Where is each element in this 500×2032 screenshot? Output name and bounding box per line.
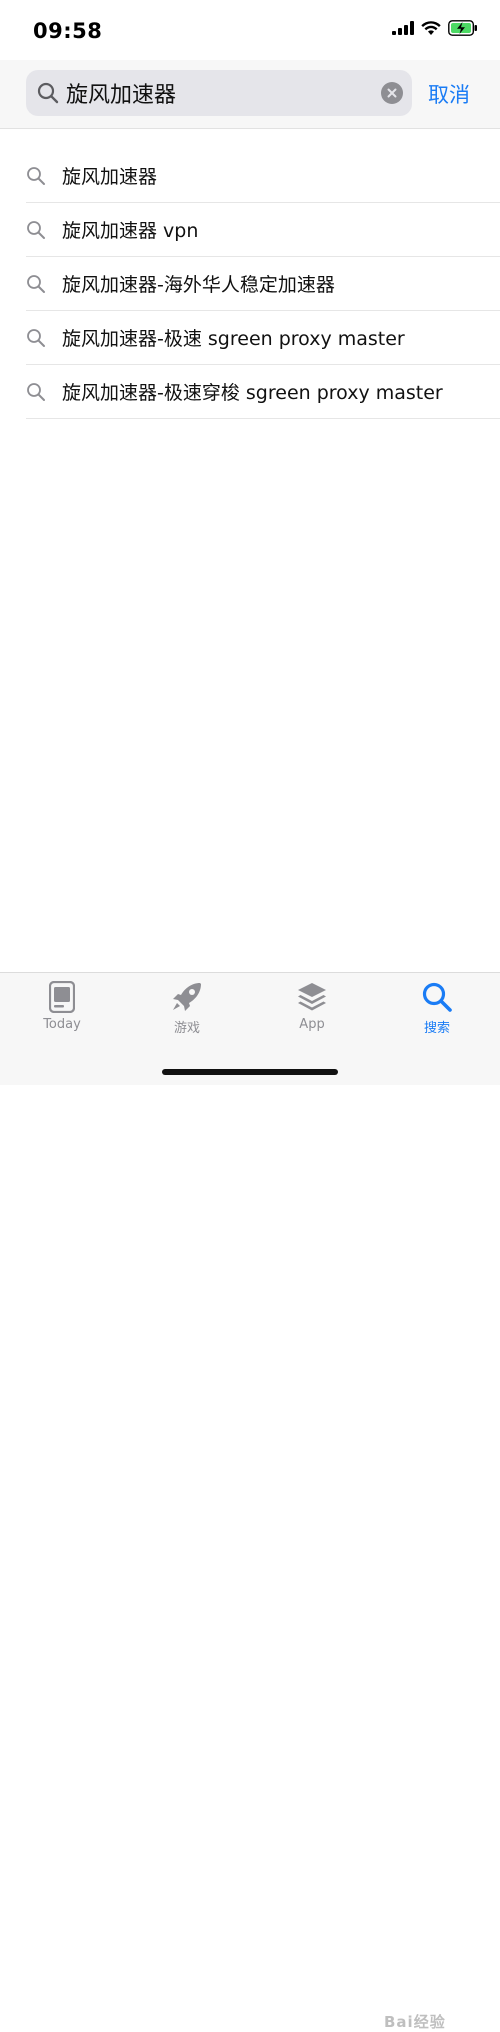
tab-label: 游戏 [173, 1021, 200, 1036]
search-box[interactable] [26, 70, 412, 116]
tab-games[interactable]: 游戏 [137, 981, 237, 1041]
search-icon [26, 273, 48, 295]
search-icon [36, 81, 60, 109]
search-icon [26, 327, 48, 349]
search-input[interactable] [66, 70, 366, 116]
suggestion-list: 旋风加速器 旋风加速器 vpn 旋风加速器-海外华人稳定加速器 旋风加速器-极速… [0, 149, 500, 419]
home-indicator [162, 1069, 338, 1075]
battery-charging-icon [448, 20, 477, 36]
tab-label: Today [43, 1017, 81, 1032]
search-header: 取消 [0, 60, 500, 129]
status-icons [392, 20, 478, 36]
suggestion-item[interactable]: 旋风加速器 vpn [26, 203, 500, 257]
tab-search[interactable]: 搜索 [387, 981, 487, 1041]
tab-today[interactable]: Today [12, 981, 112, 1041]
suggestion-text: 旋风加速器-海外华人稳定加速器 [62, 274, 335, 296]
tab-label: 搜索 [423, 1021, 450, 1036]
clear-x-icon [387, 88, 397, 98]
suggestion-item[interactable]: 旋风加速器-海外华人稳定加速器 [26, 257, 500, 311]
suggestion-item[interactable]: 旋风加速器-极速穿梭 sgreen proxy master [26, 365, 500, 419]
suggestion-text: 旋风加速器-极速穿梭 sgreen proxy master [62, 382, 443, 404]
wifi-icon [421, 20, 441, 35]
search-icon [26, 219, 48, 241]
app-stack-icon [298, 983, 326, 1011]
today-icon [49, 981, 75, 1013]
tab-apps[interactable]: App [262, 981, 362, 1041]
search-icon [422, 982, 452, 1012]
clear-search-button[interactable] [381, 82, 403, 104]
search-icon [26, 381, 48, 403]
watermark: Bai经验 [384, 2013, 446, 2031]
suggestion-text: 旋风加速器 [62, 166, 158, 188]
suggestion-item[interactable]: 旋风加速器 [26, 149, 500, 203]
status-time: 09:58 [33, 19, 103, 43]
cellular-signal-icon [392, 21, 414, 35]
suggestion-text: 旋风加速器-极速 sgreen proxy master [62, 328, 405, 350]
cancel-button[interactable]: 取消 [428, 79, 470, 109]
rocket-icon [173, 983, 201, 1011]
suggestion-text: 旋风加速器 vpn [62, 220, 199, 242]
tab-label: App [299, 1017, 325, 1032]
suggestion-item[interactable]: 旋风加速器-极速 sgreen proxy master [26, 311, 500, 365]
search-icon [26, 165, 48, 187]
status-bar: 09:58 [0, 0, 500, 60]
